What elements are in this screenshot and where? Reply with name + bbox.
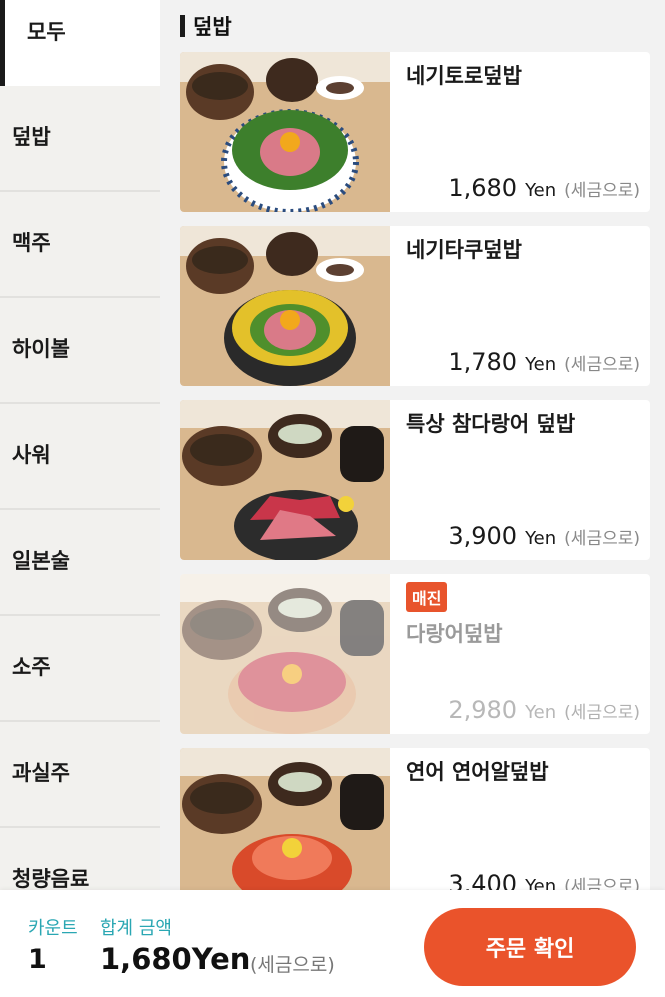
sidebar-item-label: 청량음료 [12,867,90,891]
sold-out-badge: 매진 [406,582,448,612]
sidebar-item-label: 덮밥 [12,125,51,149]
price-unit: Yen [525,180,557,201]
sidebar-item-label: 소주 [12,655,51,679]
menu-item-name: 네기토로덮밥 [406,64,522,88]
order-confirm-button[interactable]: 주문 확인 [424,908,636,986]
price-value: 1,780 [448,348,518,376]
price: 3,900 Yen (세금으로) [448,522,640,550]
section-title-text: 덮밥 [193,15,232,39]
sidebar-item-label: 과실주 [12,761,70,785]
sidebar-item-label: 일본술 [12,549,70,573]
sidebar-item-all[interactable]: 모두 [0,0,160,86]
menu-item-name: 연어 연어알덮밥 [406,760,549,784]
price-value: 3,900 [448,522,518,550]
price-unit: Yen [525,354,557,375]
tax-note: (세금으로) [250,954,335,976]
tax-note: (세금으로) [564,181,640,201]
menu-card[interactable]: 네기토로덮밥 1,680 Yen (세금으로) [180,52,650,212]
menu-card[interactable]: 네기타쿠덮밥 1,780 Yen (세금으로) [180,226,650,386]
section-title: 덮밥 [180,12,232,40]
count-value: 1 [28,944,47,975]
sidebar-item-label: 모두 [27,20,66,44]
section-marker [180,15,185,37]
price: 1,780 Yen (세금으로) [448,348,640,376]
price-value: 1,680 [448,174,518,202]
tax-note: (세금으로) [564,529,640,549]
count-label: 카운트 [28,918,78,939]
menu-item-name: 특상 참다랑어 덮밥 [406,412,576,436]
sidebar-item-label: 하이볼 [12,337,70,361]
total-value: 1,680Yen [100,942,251,976]
tax-note: (세금으로) [564,355,640,375]
sidebar-item-highball[interactable]: 하이볼 [0,296,160,400]
sidebar-item-beer[interactable]: 맥주 [0,190,160,294]
sidebar-item-donburi[interactable]: 덮밥 [0,84,160,188]
menu-item-name: 네기타쿠덮밥 [406,238,522,262]
sidebar-item-label: 맥주 [12,231,51,255]
menu-item-name: 다랑어덮밥 [406,622,503,646]
menu-card[interactable]: 특상 참다랑어 덮밥 3,900 Yen (세금으로) [180,400,650,560]
food-image [180,574,390,734]
food-image [180,748,390,908]
order-button-label: 주문 확인 [485,937,575,962]
total-label: 합계 금액 [100,918,172,939]
price: 1,680 Yen (세금으로) [448,174,640,202]
tax-note: (세금으로) [564,703,640,723]
sidebar-item-sake[interactable]: 일본술 [0,508,160,612]
category-sidebar: 모두 덮밥 맥주 하이볼 사워 일본술 소주 과실주 청량음료 [0,0,160,891]
sidebar-item-label: 사워 [12,443,51,467]
food-image [180,52,390,212]
menu-card-sold-out[interactable]: 매진 다랑어덮밥 2,980 Yen (세금으로) [180,574,650,734]
price-value: 2,980 [448,696,518,724]
sidebar-item-fruit-liquor[interactable]: 과실주 [0,720,160,824]
food-image [180,400,390,560]
food-image [180,226,390,386]
order-summary-bar: 카운트 합계 금액 1 1,680Yen (세금으로) 주문 확인 [0,890,665,997]
sidebar-item-sour[interactable]: 사워 [0,402,160,506]
sidebar-item-soju[interactable]: 소주 [0,614,160,718]
price-unit: Yen [525,528,557,549]
price-unit: Yen [525,702,557,723]
price: 2,980 Yen (세금으로) [448,696,640,724]
menu-card[interactable]: 연어 연어알덮밥 3,400 Yen (세금으로) [180,748,650,908]
